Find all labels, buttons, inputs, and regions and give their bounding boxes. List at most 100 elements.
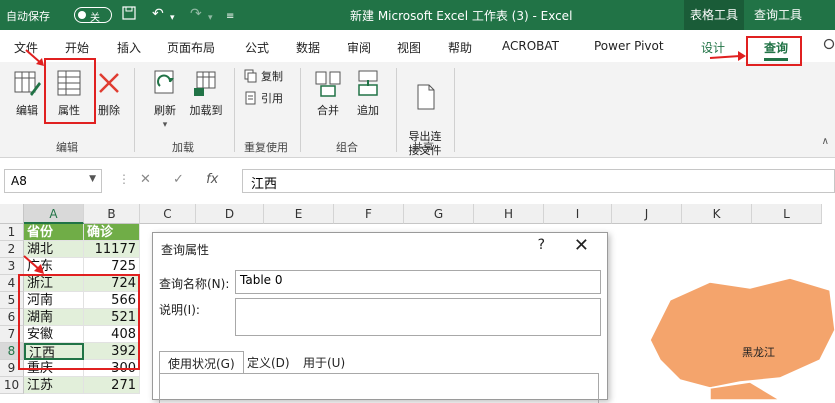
load-group-label: 加载 [172,141,194,154]
duplicate-button[interactable]: 复制 [244,68,283,84]
column-header-i[interactable]: I [544,204,612,224]
undo-icon[interactable]: ↶ [152,6,164,22]
reference-label: 引用 [261,92,283,105]
delete-icon [99,73,119,93]
merge-label: 合并 [317,104,339,117]
column-header-h[interactable]: H [474,204,544,224]
name-box-value: A8 [11,174,27,188]
save-icon[interactable] [122,6,136,24]
group-separator [134,68,135,152]
china-map-chart[interactable]: 黑龙江 [640,270,835,403]
formula-bar: A8 ▼ ⋮ ✕ ✓ fx 江西 [0,166,835,196]
cancel-icon[interactable]: ✕ [140,172,151,187]
load-to-icon [194,71,216,96]
autosave-state: 关 [90,13,100,24]
tab-view[interactable]: 视图 [397,39,421,56]
tab-review[interactable]: 审阅 [347,39,371,56]
refresh-button[interactable]: 刷新 ▾ [146,68,184,130]
reference-button[interactable]: 引用 [244,90,283,106]
share-group-label: 共享 [412,141,434,154]
heilongjiang-region-shape [649,277,835,401]
edit-group-label: 编辑 [56,141,78,154]
description-label: 说明(I): [159,303,200,317]
redo-dropdown-icon[interactable]: ▾ [208,10,213,26]
query-name-value: Table 0 [240,273,283,287]
delete-query-label: 删除 [98,104,120,117]
group-separator [454,68,455,152]
table-cell[interactable]: 271 [84,377,140,394]
column-header-f[interactable]: F [334,204,404,224]
column-header-e[interactable]: E [264,204,334,224]
query-name-label: 查询名称(N): [159,277,230,291]
column-header-c[interactable]: C [140,204,196,224]
table-header-province[interactable]: 省份 [24,224,84,241]
tab-data[interactable]: 数据 [296,39,320,56]
delete-query-button[interactable]: 删除 [92,68,126,118]
edit-query-icon [14,71,41,96]
row-header-2[interactable]: 2 [0,241,24,258]
confirm-icon[interactable]: ✓ [173,172,184,187]
append-button[interactable]: 追加 [350,68,386,118]
collapse-ribbon-icon[interactable]: ∧ [822,136,829,147]
table-cell[interactable]: 江苏 [24,377,84,394]
export-file-icon [417,84,435,110]
column-header-k[interactable]: K [682,204,752,224]
combine-group-label: 组合 [336,141,358,154]
load-to-button[interactable]: 加载到 [186,68,226,118]
undo-dropdown-icon[interactable]: ▾ [170,10,175,26]
refresh-dropdown-icon[interactable]: ▾ [146,120,184,130]
query-name-input[interactable]: Table 0 [235,270,601,294]
tab-usage[interactable]: 使用状况(G) [159,351,244,373]
merge-icon [315,71,341,97]
append-label: 追加 [357,104,379,117]
name-box[interactable]: A8 ▼ [4,169,102,193]
merge-button[interactable]: 合并 [310,68,346,118]
table-header-confirmed[interactable]: 确诊 [84,224,140,241]
tab-formulas[interactable]: 公式 [245,39,269,56]
row-header-3[interactable]: 3 [0,258,24,275]
insert-function-icon[interactable]: fx [206,172,218,187]
refresh-icon [154,70,174,94]
group-separator [234,68,235,152]
help-icon[interactable]: ? [538,237,545,253]
tab-insert[interactable]: 插入 [117,39,141,56]
group-separator [396,68,397,152]
toggle-knob [78,11,86,19]
tab-help[interactable]: 帮助 [448,39,472,56]
table-cell[interactable]: 11177 [84,241,140,258]
tab-home[interactable]: 开始 [65,39,89,56]
search-icon[interactable] [822,38,835,55]
tab-page-layout[interactable]: 页面布局 [167,39,215,56]
description-input[interactable] [235,298,601,336]
customize-toolbar-icon[interactable]: ≡ [226,9,234,25]
tab-acrobat[interactable]: ACROBAT [502,39,559,53]
column-header-b[interactable]: B [84,204,140,224]
highlight-query-tab [746,36,802,66]
table-cell[interactable]: 725 [84,258,140,275]
column-header-g[interactable]: G [404,204,474,224]
edit-query-button[interactable]: 编辑 [8,68,46,118]
select-all-corner[interactable] [0,204,24,224]
query-properties-dialog: 查询属性 ? ✕ 查询名称(N): Table 0 说明(I): 使用状况(G)… [152,232,608,403]
column-header-j[interactable]: J [612,204,682,224]
column-header-l[interactable]: L [752,204,822,224]
autosave-toggle[interactable]: 关 [74,7,112,24]
column-header-a[interactable]: A [24,204,84,224]
formula-input[interactable]: 江西 [242,169,835,193]
append-icon [358,70,378,96]
name-box-dropdown-icon[interactable]: ▼ [89,174,96,184]
close-icon[interactable]: ✕ [574,235,589,256]
row-header-1[interactable]: 1 [0,224,24,241]
tab-used-for[interactable]: 用于(U) [295,351,353,373]
group-separator [300,68,301,152]
row-header-10[interactable]: 10 [0,377,24,394]
formula-value: 江西 [251,177,278,192]
tab-definition[interactable]: 定义(D) [239,351,298,373]
reuse-group-label: 重复使用 [244,141,288,154]
redo-icon[interactable]: ↷ [190,6,202,22]
title-bar: 自动保存 关 ↶ ▾ ↷ ▾ ≡ 新建 Microsoft Excel 工作表 … [0,0,835,30]
map-region-label: 黑龙江 [742,346,775,359]
ribbon: 编辑 属性 删除 编辑 刷新 ▾ 加载到 加载 复制 引用 重复使用 合并 追加… [0,62,835,158]
column-header-d[interactable]: D [196,204,264,224]
tab-power-pivot[interactable]: Power Pivot [594,39,664,53]
